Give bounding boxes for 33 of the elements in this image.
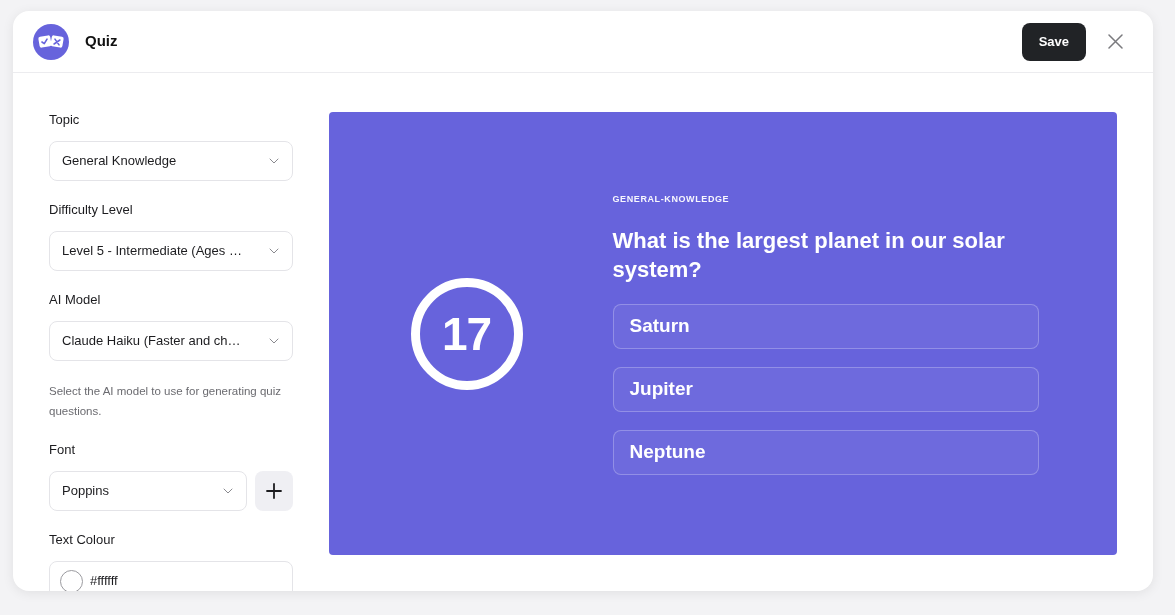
add-font-button[interactable] [255, 471, 293, 511]
dropdown-value: Claude Haiku (Faster and ch… [62, 332, 242, 351]
quiz-logo-icon [33, 23, 69, 60]
chevron-down-icon [269, 158, 279, 164]
answer-option[interactable]: Saturn [612, 303, 1039, 349]
answer-option[interactable]: Neptune [612, 429, 1039, 475]
counter-number: 17 [441, 310, 492, 357]
colour-value: #ffffff [90, 572, 118, 591]
help-text: Select the AI model to use for generating quiz questions. [49, 384, 283, 419]
dropdown[interactable]: Level 5 - Intermediate (Ages … [49, 231, 293, 271]
field-label: Text Colour [49, 531, 116, 549]
close-icon[interactable] [1108, 34, 1123, 49]
plus-icon [266, 483, 282, 499]
dropdown-value: Level 5 - Intermediate (Ages … [62, 242, 243, 261]
chevron-down-icon [269, 248, 279, 254]
chevron-down-icon [223, 488, 233, 494]
save-button[interactable]: Save [1021, 22, 1086, 61]
dialog-title: Quiz [85, 31, 118, 52]
dropdown-value: Poppins [62, 482, 110, 501]
question-category: GENERAL-KNOWLEDGE [612, 192, 731, 205]
field-label: Difficulty Level [49, 201, 134, 219]
chevron-down-icon [269, 338, 279, 344]
field-label: Font [49, 441, 76, 459]
answer-option[interactable]: Jupiter [612, 366, 1039, 412]
dropdown-value: General Knowledge [62, 152, 178, 171]
dropdown[interactable]: Claude Haiku (Faster and ch… [49, 321, 293, 361]
colour-input[interactable]: #ffffff [49, 561, 293, 591]
colour-swatch-icon[interactable] [60, 569, 83, 591]
field-label: AI Model [49, 291, 102, 309]
dropdown[interactable]: Poppins [49, 471, 247, 511]
dropdown[interactable]: General Knowledge [49, 141, 293, 181]
field-label: Topic [49, 111, 81, 129]
question-text: What is the largest planet in our solar system? [612, 226, 1006, 284]
